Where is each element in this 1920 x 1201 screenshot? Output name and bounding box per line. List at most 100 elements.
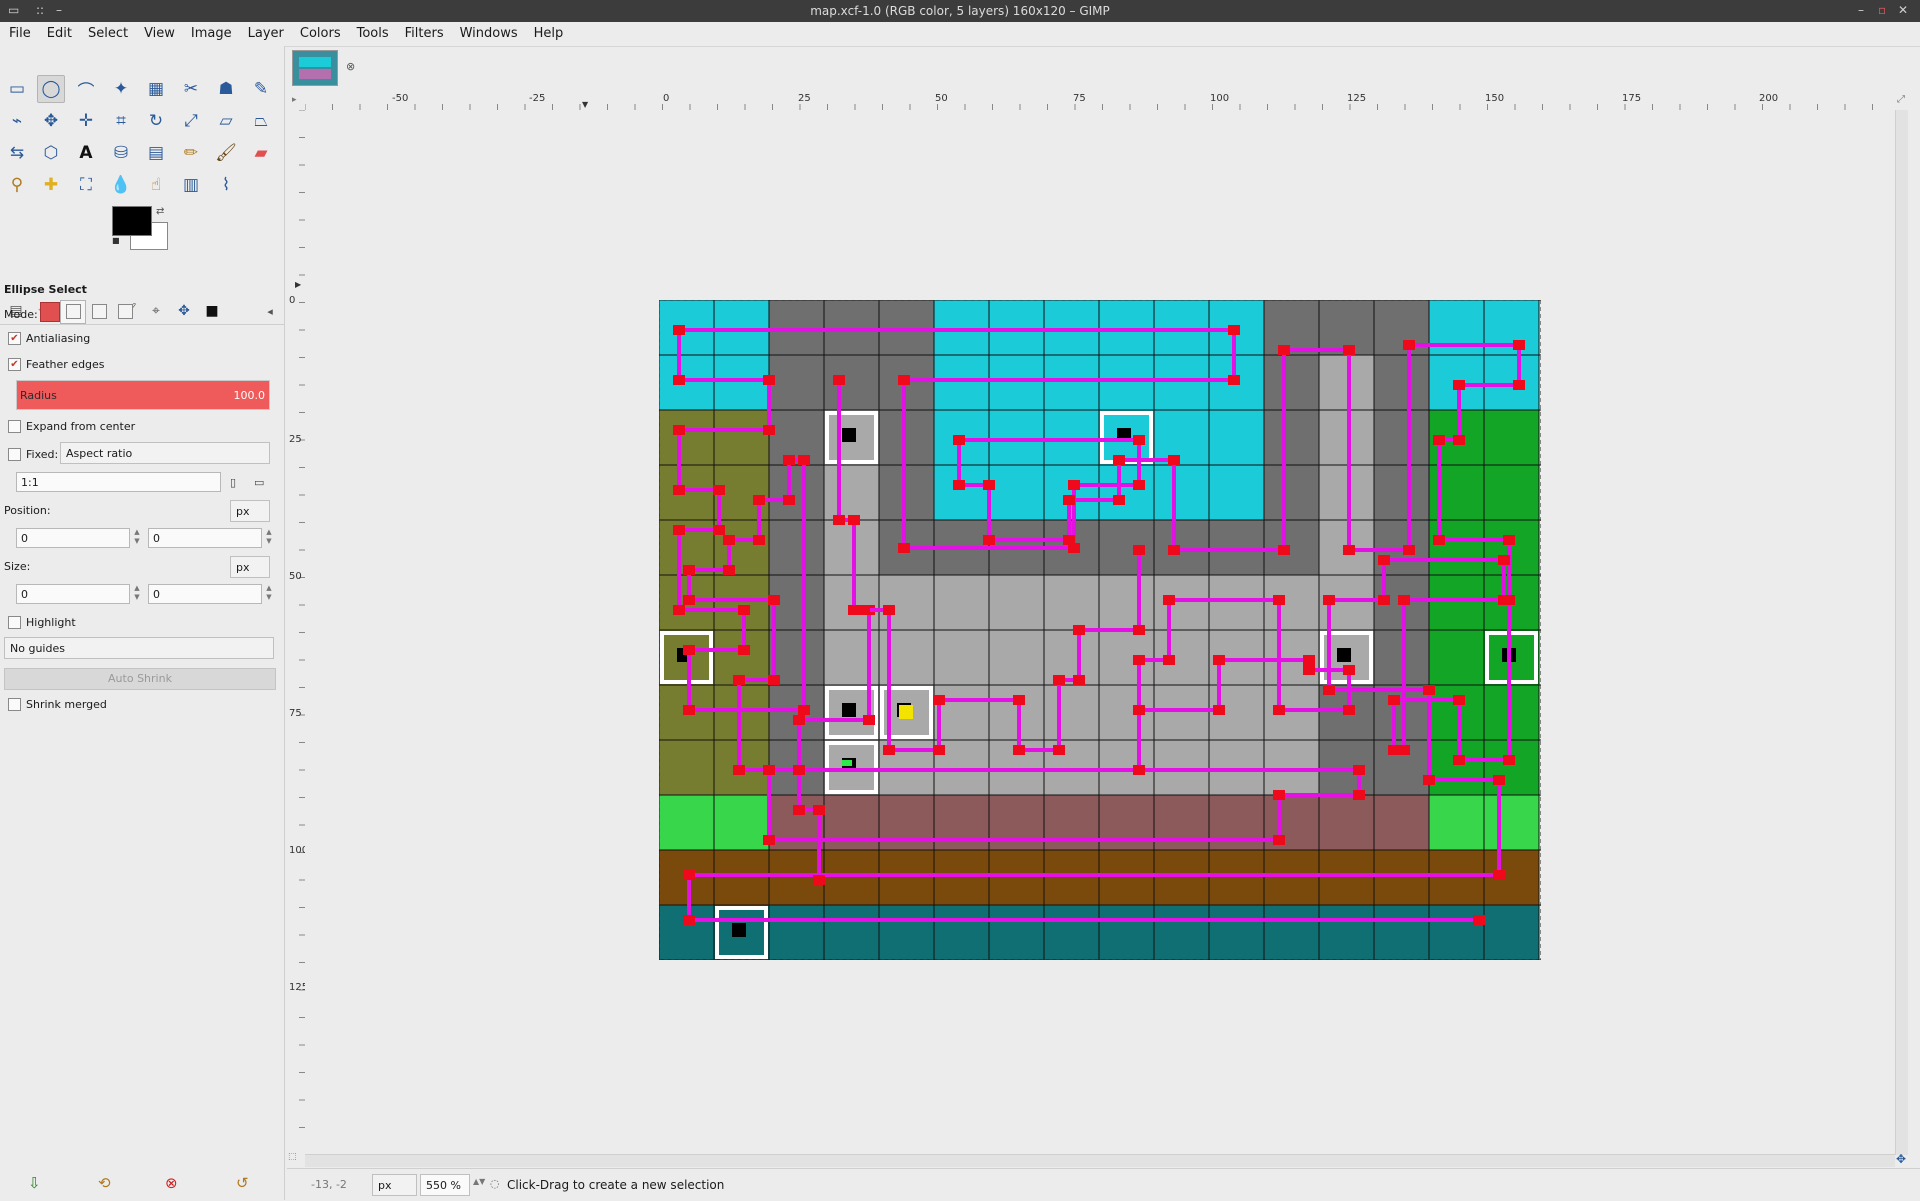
size-w-spinner[interactable]: ▲ ▼ xyxy=(132,584,142,604)
path-node xyxy=(1303,655,1315,665)
menu-filters[interactable]: Filters xyxy=(396,22,451,46)
text-tool-icon[interactable]: A xyxy=(72,139,100,167)
zoom-spinner[interactable]: ▲▼ xyxy=(473,1177,485,1186)
dock-menu-icon[interactable]: ◂ xyxy=(258,300,282,322)
radius-slider[interactable]: Radius 100.0 xyxy=(16,380,270,410)
foreground-select-icon[interactable]: ☗ xyxy=(212,75,240,103)
pointer-tab-icon[interactable]: ✥ xyxy=(172,300,196,322)
fixed-mode-select[interactable]: Aspect ratio xyxy=(60,442,270,464)
mode-intersect-button[interactable] xyxy=(118,304,133,319)
menu-edit[interactable]: Edit xyxy=(38,22,79,46)
crop-icon[interactable]: ⌗ xyxy=(107,107,135,135)
quick-mask-icon[interactable]: ⬚ xyxy=(288,1152,297,1162)
menu-select[interactable]: Select xyxy=(79,22,135,46)
reset-options-icon[interactable]: ↺ xyxy=(236,1174,249,1192)
mode-subtract-button[interactable] xyxy=(92,304,107,319)
gradient-icon[interactable]: ▤ xyxy=(142,139,170,167)
fuzzy-select-icon[interactable]: ✦ xyxy=(107,75,135,103)
color-select-icon[interactable]: ▦ xyxy=(142,75,170,103)
menu-tools[interactable]: Tools xyxy=(348,22,396,46)
antialiasing-checkbox[interactable]: ✔ xyxy=(8,332,21,345)
navigate-icon[interactable]: ✥ xyxy=(1896,1152,1906,1166)
blur-icon[interactable]: 💧 xyxy=(107,171,135,199)
ratio-field[interactable]: 1:1 xyxy=(16,472,221,492)
swap-colors-icon[interactable]: ⇄ xyxy=(156,206,164,217)
path-node xyxy=(1323,685,1335,695)
bucket-fill-icon[interactable]: ⛁ xyxy=(107,139,135,167)
vertical-scrollbar[interactable] xyxy=(1895,110,1908,1155)
size-w-field[interactable]: 0 xyxy=(16,584,130,604)
paintbrush-icon[interactable]: 🖌 xyxy=(212,139,240,167)
minimize-icon[interactable]: – xyxy=(1858,3,1864,17)
lasso-icon[interactable]: ⌒ xyxy=(72,75,100,103)
horizontal-scrollbar[interactable] xyxy=(305,1154,1895,1167)
menu-file[interactable]: File xyxy=(0,22,38,46)
image-tab[interactable]: ⊗ xyxy=(290,46,355,88)
mode-replace-button[interactable] xyxy=(40,302,60,322)
auto-shrink-button[interactable]: Auto Shrink xyxy=(4,668,276,690)
size-unit-select[interactable]: px xyxy=(230,556,270,578)
menu-image[interactable]: Image xyxy=(182,22,239,46)
color-picker-icon[interactable]: ⌁ xyxy=(3,107,31,135)
eraser-icon[interactable]: ▰ xyxy=(247,139,275,167)
guides-select[interactable]: No guides xyxy=(4,637,274,659)
delete-options-icon[interactable]: ⊗ xyxy=(165,1174,178,1192)
position-y-field[interactable]: 0 xyxy=(148,528,262,548)
cage-icon[interactable]: ⬡ xyxy=(37,139,65,167)
perspective-icon[interactable]: ⏢ xyxy=(247,107,275,135)
paths-tab-icon[interactable]: ⌖ xyxy=(144,300,168,322)
save-options-icon[interactable]: ⇩ xyxy=(28,1174,41,1192)
scale-icon[interactable]: ⤢ xyxy=(177,107,205,135)
colors-tab-icon[interactable]: ■ xyxy=(200,300,224,322)
menu-help[interactable]: Help xyxy=(525,22,571,46)
feather-checkbox[interactable]: ✔ xyxy=(8,358,21,371)
rect-select-icon[interactable]: ▭ xyxy=(3,75,31,103)
position-y-spinner[interactable]: ▲ ▼ xyxy=(264,528,274,548)
radius-label: Radius xyxy=(20,389,57,402)
rotate-icon[interactable]: ↻ xyxy=(142,107,170,135)
pencil-icon[interactable]: ✏ xyxy=(177,139,205,167)
landscape-icon[interactable]: ▭ xyxy=(254,476,264,489)
highlight-checkbox[interactable] xyxy=(8,616,21,629)
shrink-merged-checkbox[interactable] xyxy=(8,698,21,711)
menu-colors[interactable]: Colors xyxy=(291,22,348,46)
perspective-clone-icon[interactable]: ⛶ xyxy=(72,171,100,199)
canvas-area[interactable] xyxy=(305,110,1895,1155)
portrait-icon[interactable]: ▯ xyxy=(230,476,236,489)
menu-layer[interactable]: Layer xyxy=(239,22,291,46)
foreground-color-swatch[interactable] xyxy=(112,206,152,236)
expand-center-checkbox[interactable] xyxy=(8,420,21,433)
position-x-field[interactable]: 0 xyxy=(16,528,130,548)
mode-add-button[interactable] xyxy=(66,304,81,319)
heal-icon[interactable]: ✚ xyxy=(37,171,65,199)
menu-windows[interactable]: Windows xyxy=(451,22,525,46)
position-x-spinner[interactable]: ▲ ▼ xyxy=(132,528,142,548)
shear-icon[interactable]: ▱ xyxy=(212,107,240,135)
smudge-icon[interactable]: ☝ xyxy=(142,171,170,199)
ellipse-select-icon[interactable]: ◯ xyxy=(37,75,65,103)
maximize-icon[interactable]: ▫ xyxy=(1878,3,1886,17)
scissors-icon[interactable]: ✂ xyxy=(177,75,205,103)
paths-icon[interactable]: ✎ xyxy=(247,75,275,103)
curves-icon[interactable]: ⌇ xyxy=(212,171,240,199)
zoom-fit-icon[interactable]: ⤢ xyxy=(1897,94,1905,105)
unit-select[interactable]: px xyxy=(372,1174,417,1196)
move-icon[interactable]: ✥ xyxy=(37,107,65,135)
position-unit-select[interactable]: px xyxy=(230,500,270,522)
fixed-checkbox[interactable] xyxy=(8,448,21,461)
menu-view[interactable]: View xyxy=(135,22,182,46)
flip-icon[interactable]: ⇆ xyxy=(3,139,31,167)
size-h-spinner[interactable]: ▲ ▼ xyxy=(264,584,274,604)
map-image[interactable] xyxy=(659,300,1541,960)
size-h-field[interactable]: 0 xyxy=(148,584,262,604)
close-tab-icon[interactable]: ⊗ xyxy=(346,60,355,73)
ruler-corner-icon[interactable]: ▸ xyxy=(292,95,297,105)
restore-options-icon[interactable]: ⟲ xyxy=(98,1174,111,1192)
position-label: Position: xyxy=(4,504,51,517)
clone-icon[interactable]: ⚲ xyxy=(3,171,31,199)
levels-icon[interactable]: ▥ xyxy=(177,171,205,199)
align-icon[interactable]: ✛ xyxy=(72,107,100,135)
zoom-select[interactable]: 550 % xyxy=(420,1174,470,1196)
close-icon[interactable]: ✕ xyxy=(1898,3,1908,17)
default-colors-icon[interactable]: ■ xyxy=(112,236,120,245)
